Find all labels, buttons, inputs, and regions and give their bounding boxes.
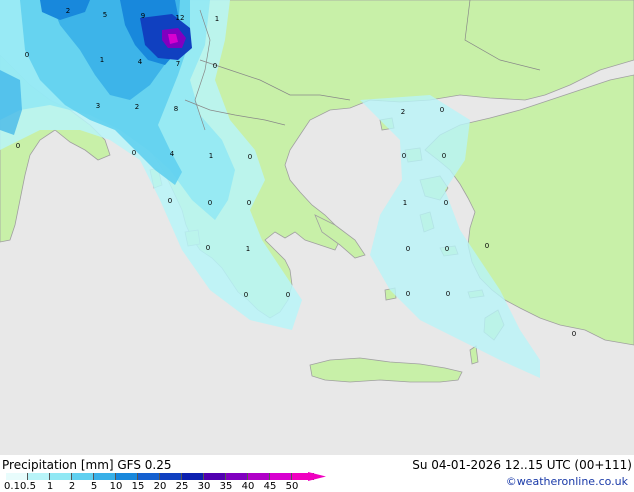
precip-value: 12 [176, 14, 185, 22]
precip-value: 4 [138, 58, 143, 66]
scale-tick-label: 1 [46, 481, 54, 492]
precip-value: 9 [141, 12, 145, 20]
precip-value: 1 [403, 199, 407, 207]
scale-tick-label: 35 [219, 481, 233, 492]
scale-swatch [6, 473, 28, 480]
scale-tick-label: 25 [175, 481, 189, 492]
precip-value: 0 [406, 290, 410, 298]
precip-value: 0 [206, 244, 210, 252]
scale-tick-label: 50 [285, 481, 299, 492]
precip-value: 0 [572, 330, 576, 338]
scale-swatch [204, 473, 226, 480]
scale-tick-label: 10 [109, 481, 123, 492]
precip-color-scale [6, 473, 314, 480]
precip-value: 0 [16, 142, 20, 150]
site-credit[interactable]: ©weatheronline.co.uk [506, 475, 628, 488]
scale-swatch [270, 473, 292, 480]
precip-value: 0 [168, 197, 172, 205]
scale-tick-label: 15 [131, 481, 145, 492]
precip-value: 0 [213, 62, 217, 70]
scale-tick-label: 20 [153, 481, 167, 492]
precip-value: 0 [208, 199, 212, 207]
precip-value: 0 [444, 199, 448, 207]
precip-value: 2 [401, 108, 405, 116]
precip-value: 0 [244, 291, 248, 299]
scale-tick-label: 40 [241, 481, 255, 492]
precip-value: 0 [286, 291, 290, 299]
precip-value: 4 [170, 150, 175, 158]
precip-value: 0 [440, 106, 444, 114]
precip-value: 0 [445, 245, 449, 253]
scale-tick-label: 5 [90, 481, 98, 492]
scale-tick-label: 0.5 [20, 481, 36, 492]
precip-value: 3 [96, 102, 100, 110]
scale-swatch [182, 473, 204, 480]
precip-value: 7 [176, 60, 180, 68]
precip-value: 0 [132, 149, 136, 157]
precip-value: 8 [174, 105, 178, 113]
scale-tick-label: 2 [68, 481, 76, 492]
scale-swatch [248, 473, 270, 480]
scale-tick-label: 45 [263, 481, 277, 492]
precip-value: 0 [248, 153, 252, 161]
precip-value: 0 [442, 152, 446, 160]
precip-value: 0 [446, 290, 450, 298]
scale-swatch [160, 473, 182, 480]
scale-swatch [138, 473, 160, 480]
scale-arrow-icon [308, 472, 326, 481]
precip-value: 0 [402, 152, 406, 160]
scale-tick-label: 0.1 [4, 481, 20, 492]
scale-swatch [72, 473, 94, 480]
scale-swatch [28, 473, 50, 480]
precip-value: 5 [103, 11, 107, 19]
precip-value: 0 [406, 245, 410, 253]
precip-value: 1 [209, 152, 213, 160]
precip-value: 0 [485, 242, 489, 250]
map-title: Precipitation [mm] GFS 0.25 [2, 458, 172, 472]
precip-value: 2 [135, 103, 139, 111]
scale-swatch [226, 473, 248, 480]
precip-value: 1 [100, 56, 104, 64]
precipitation-map: 2 5 9 12 11 4 7 003 2 804 10 02 00 00 0 0 1 00 1 0 0 00 0 0 00 [0, 0, 634, 455]
precip-value: 1 [215, 15, 219, 23]
precip-value: 0 [247, 199, 251, 207]
precip-value: 0 [25, 51, 29, 59]
scale-swatch [94, 473, 116, 480]
scale-swatch [50, 473, 72, 480]
footer: Precipitation [mm] GFS 0.25 Su 04-01-202… [0, 455, 634, 492]
scale-swatch [116, 473, 138, 480]
map-datetime: Su 04-01-2026 12..15 UTC (00+111) [412, 458, 632, 472]
scale-tick-label: 30 [197, 481, 211, 492]
precip-value: 1 [246, 245, 250, 253]
precip-value: 2 [66, 7, 70, 15]
